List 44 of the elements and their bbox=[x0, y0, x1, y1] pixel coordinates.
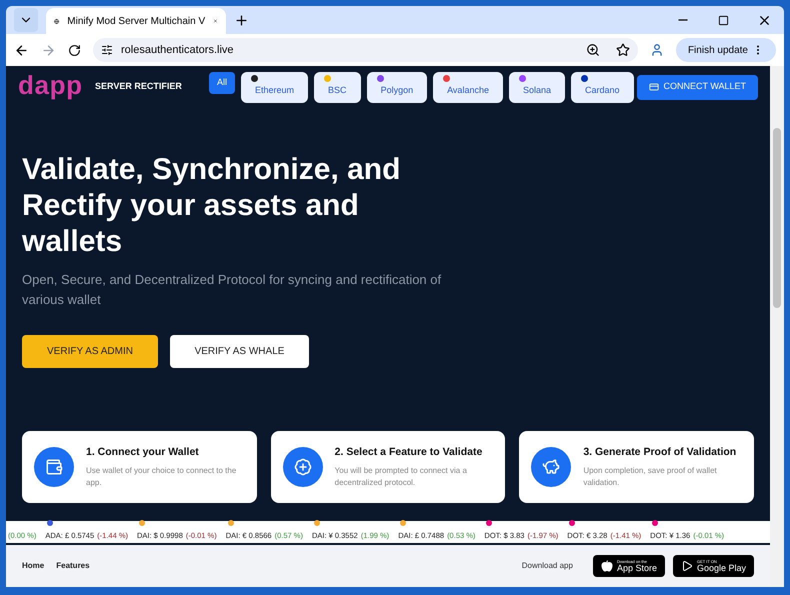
hero-subtitle: Open, Secure, and Decentralized Protocol for syncing and rectification of various wallet bbox=[22, 271, 442, 309]
logo[interactable]: dapp bbox=[18, 72, 81, 98]
browser-tab[interactable]: Minify Mod Server Multichain V bbox=[46, 8, 226, 34]
maximize-icon[interactable] bbox=[718, 14, 729, 26]
step-description: You will be prompted to connect via a decentralized protocol. bbox=[334, 464, 468, 489]
step-icon bbox=[282, 447, 323, 487]
step-icon bbox=[531, 447, 572, 487]
chain-filter[interactable]: Polygon bbox=[366, 72, 428, 102]
play-icon bbox=[680, 560, 693, 572]
chain-filter[interactable]: Cardano bbox=[571, 72, 634, 102]
verify-admin-button[interactable]: VERIFY AS ADMIN bbox=[22, 335, 158, 368]
chain-filter[interactable]: BSC bbox=[314, 72, 361, 102]
step-title: 2. Select a Feature to Validate bbox=[334, 445, 484, 460]
footer-link[interactable]: Features bbox=[56, 560, 90, 572]
step-title: 3. Generate Proof of Validation bbox=[583, 445, 738, 460]
address-bar[interactable]: rolesauthenticators.live bbox=[93, 38, 638, 62]
new-tab-icon[interactable] bbox=[234, 12, 249, 28]
reload-icon[interactable] bbox=[68, 44, 81, 56]
download-label: Download app bbox=[522, 560, 573, 572]
connect-wallet-button[interactable]: CONNECT WALLET bbox=[637, 74, 758, 100]
finish-update-button[interactable]: Finish update bbox=[676, 38, 776, 62]
step-description: Use wallet of your choice to connect to the app. bbox=[86, 464, 238, 489]
site-settings-icon[interactable] bbox=[101, 44, 113, 56]
brand-name: SERVER RECTIFIER bbox=[95, 80, 183, 94]
step-title: 1. Connect your Wallet bbox=[86, 445, 200, 460]
apple-icon bbox=[600, 560, 613, 572]
scrollbar[interactable] bbox=[770, 66, 784, 587]
step-description: Upon completion, save proof of wallet validation. bbox=[583, 464, 718, 489]
forward-icon[interactable] bbox=[41, 42, 56, 58]
verify-whale-button[interactable]: VERIFY AS WHALE bbox=[170, 335, 309, 368]
chain-filter[interactable]: All bbox=[209, 72, 236, 94]
back-icon[interactable] bbox=[14, 42, 29, 58]
profile-icon[interactable] bbox=[650, 43, 664, 57]
hero-title: Validate, Synchronize, and Rectify your assets and wallets bbox=[22, 152, 402, 260]
step-icon bbox=[34, 447, 74, 487]
tab-title: Minify Mod Server Multichain V bbox=[67, 14, 206, 28]
star-icon[interactable] bbox=[616, 43, 630, 57]
tab-list-button[interactable] bbox=[14, 8, 38, 32]
chain-filter[interactable]: Solana bbox=[508, 72, 565, 102]
chain-filter[interactable]: Ethereum bbox=[241, 72, 308, 102]
footer-link[interactable]: Home bbox=[22, 560, 44, 572]
zoom-icon[interactable] bbox=[586, 43, 600, 57]
wallet-card-icon bbox=[649, 82, 660, 92]
chain-filter[interactable]: Avalanche bbox=[433, 72, 503, 102]
